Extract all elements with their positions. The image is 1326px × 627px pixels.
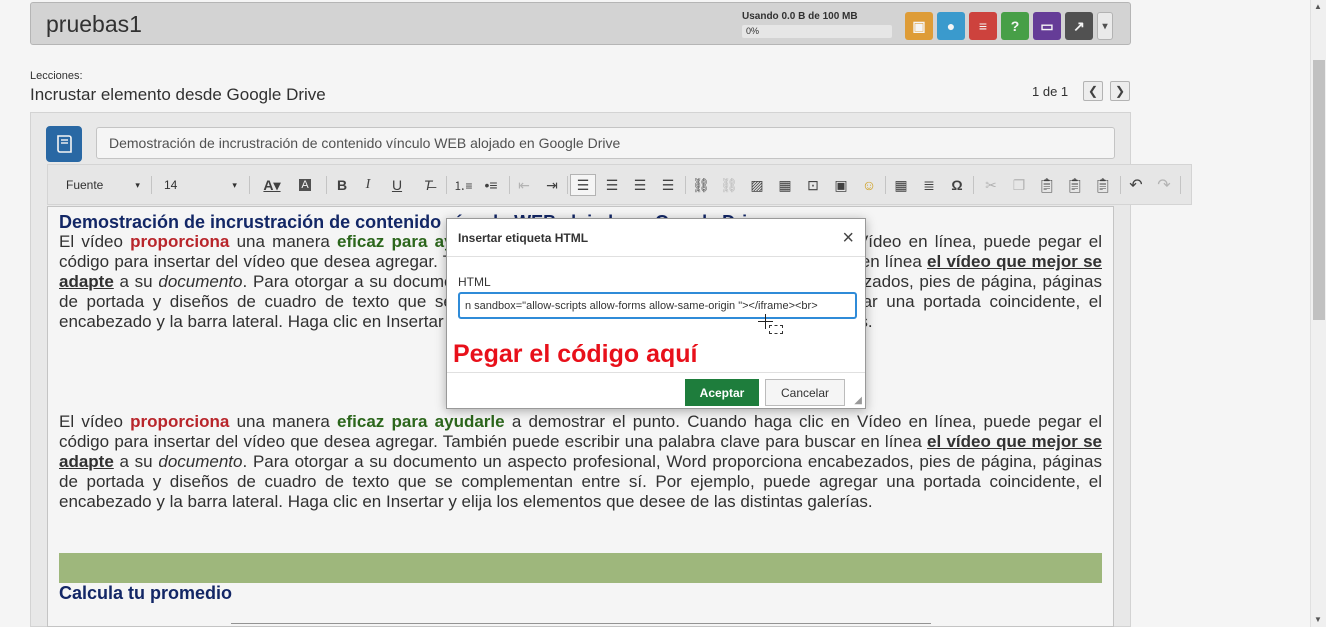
- accept-button[interactable]: Aceptar: [685, 379, 759, 406]
- dialog-title: Insertar etiqueta HTML: [458, 231, 589, 245]
- html-field-label: HTML: [458, 275, 491, 289]
- close-icon[interactable]: ×: [842, 227, 854, 250]
- page-scrollbar[interactable]: ▲ ▼: [1310, 0, 1326, 627]
- html-code-input[interactable]: [458, 292, 857, 319]
- scroll-up-icon[interactable]: ▲: [1314, 2, 1322, 11]
- drag-selection-box: [769, 325, 783, 334]
- resize-handle-icon[interactable]: ◢: [854, 395, 862, 406]
- dialog-header: Insertar etiqueta HTML ×: [447, 219, 865, 257]
- cancel-button[interactable]: Cancelar: [765, 379, 845, 406]
- insert-html-dialog: Insertar etiqueta HTML × HTML Pegar el c…: [446, 218, 866, 409]
- scroll-down-icon[interactable]: ▼: [1314, 615, 1322, 624]
- scrollbar-thumb[interactable]: [1313, 60, 1325, 320]
- paste-hint-annotation: Pegar el código aquí: [453, 340, 698, 368]
- dialog-footer: Aceptar Cancelar ◢: [447, 372, 865, 408]
